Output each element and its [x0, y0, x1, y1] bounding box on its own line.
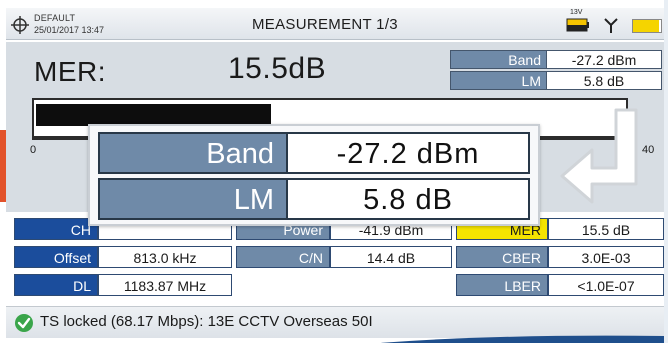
scale-min-label: 0 — [30, 144, 37, 156]
lber-key[interactable]: LBER — [456, 274, 548, 296]
side-value: 5.8 dB — [547, 71, 662, 90]
lber-value: <1.0E-07 — [548, 274, 664, 296]
zoom-row-lm: LM 5.8 dB — [98, 178, 530, 220]
zoom-value: -27.2 dBm — [288, 132, 530, 174]
cn-key[interactable]: C/N — [236, 246, 330, 268]
zoom-callout: Band -27.2 dBm LM 5.8 dB — [88, 124, 540, 226]
offset-value: 813.0 kHz — [98, 246, 232, 268]
table-row: Offset 813.0 kHz C/N 14.4 dB CBER 3.0E-0… — [14, 246, 664, 268]
side-table: Band -27.2 dBm LM 5.8 dB — [450, 50, 662, 92]
table-row: DL 1183.87 MHz LBER <1.0E-07 — [14, 274, 664, 296]
cber-key[interactable]: CBER — [456, 246, 548, 268]
battery-icon — [566, 18, 589, 32]
zoom-key: LM — [98, 178, 288, 220]
zoom-value: 5.8 dB — [288, 178, 530, 220]
side-key: Band — [450, 50, 547, 69]
zoom-key: Band — [98, 132, 288, 174]
antenna-tool-icon[interactable] — [602, 16, 620, 34]
side-value: -27.2 dBm — [547, 50, 662, 69]
pointer-arrow-icon — [560, 108, 638, 204]
side-row-band: Band -27.2 dBm — [450, 50, 662, 69]
page-title: MEASUREMENT 1/3 — [252, 16, 398, 33]
status-text: TS locked (68.17 Mbps): 13E CCTV Oversea… — [40, 313, 373, 330]
side-row-lm: LM 5.8 dB — [450, 71, 662, 90]
zoom-row-band: Band -27.2 dBm — [98, 132, 530, 174]
mer-value: 15.5dB — [228, 52, 327, 85]
zoom-table: Band -27.2 dBm LM 5.8 dB — [98, 132, 530, 224]
ch-key[interactable]: CH — [14, 218, 98, 240]
cn-value: 14.4 dB — [330, 246, 452, 268]
dl-value: 1183.87 MHz — [98, 274, 232, 296]
profile-name: DEFAULT — [34, 13, 76, 23]
level-bar-icon — [632, 19, 662, 33]
side-key: LM — [450, 71, 547, 90]
header-bar: DEFAULT 25/01/2017 13:47 MEASUREMENT 1/3… — [6, 8, 664, 40]
level-bar-fill — [633, 20, 659, 32]
cber-value: 3.0E-03 — [548, 246, 664, 268]
offset-key[interactable]: Offset — [14, 246, 98, 268]
decorative-swoosh — [380, 335, 664, 343]
measurement-screen: DEFAULT 25/01/2017 13:47 MEASUREMENT 1/3… — [0, 0, 668, 343]
date-time: 25/01/2017 13:47 — [34, 25, 105, 35]
crosshair-icon[interactable] — [10, 15, 30, 35]
check-circle-icon — [15, 314, 33, 332]
mer-label: MER: — [34, 56, 106, 87]
right-edge — [664, 0, 668, 343]
battery-voltage: 13V — [570, 9, 583, 16]
mer-grid-value: 15.5 dB — [548, 218, 664, 240]
mer-level-fill — [36, 104, 271, 126]
dl-key[interactable]: DL — [14, 274, 98, 296]
